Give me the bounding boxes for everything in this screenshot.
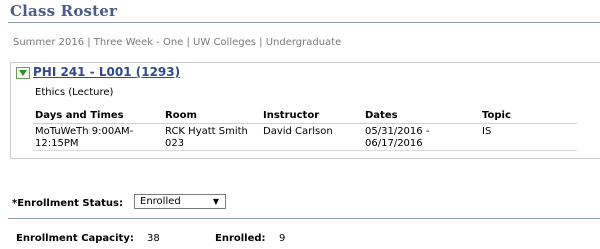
cell-dates-1: 05/31/2016 - [365,126,430,137]
cell-topic: IS [482,126,492,137]
grid-header: Days and Times Room Instructor Dates Top… [33,108,577,124]
cell-days-times-2: 12:15PM [35,138,79,149]
enrollment-capacity-label: Enrollment Capacity: [16,233,134,244]
cell-days-times-1: MoTuWeTh 9:00AM- [35,126,134,137]
class-section-link[interactable]: PHI 241 - L001 (1293) [33,65,180,79]
term-breadcrumb: Summer 2016 | Three Week - One | UW Coll… [13,37,342,48]
cell-instructor: David Carlson [263,126,333,137]
section-divider [8,218,600,219]
header-dates: Dates [365,110,398,121]
cell-dates-2: 06/17/2016 [365,138,423,149]
enrollment-status-label: *Enrollment Status: [12,198,124,209]
meeting-grid: Days and Times Room Instructor Dates Top… [33,108,577,152]
enrolled-label: Enrolled: [215,233,266,244]
page-title: Class Roster [10,2,118,20]
enrollment-status-select[interactable]: Enrolled ▼ [134,194,226,209]
grid-bottom-divider [33,150,577,151]
enrolled-value: 9 [279,233,286,244]
cell-room-2: 023 [165,138,185,149]
cell-room-1: RCK Hyatt Smith [165,126,248,137]
header-room: Room [165,110,197,121]
header-topic: Topic [482,110,511,121]
header-days-times: Days and Times [35,110,124,121]
dropdown-arrow-icon: ▼ [212,197,219,206]
class-component: Ethics (Lecture) [35,87,114,98]
enrollment-status-value: Enrolled [140,196,181,207]
collapse-toggle-icon[interactable] [16,67,30,79]
title-divider [8,22,600,23]
enrollment-capacity-value: 38 [147,233,160,244]
header-instructor: Instructor [263,110,320,121]
